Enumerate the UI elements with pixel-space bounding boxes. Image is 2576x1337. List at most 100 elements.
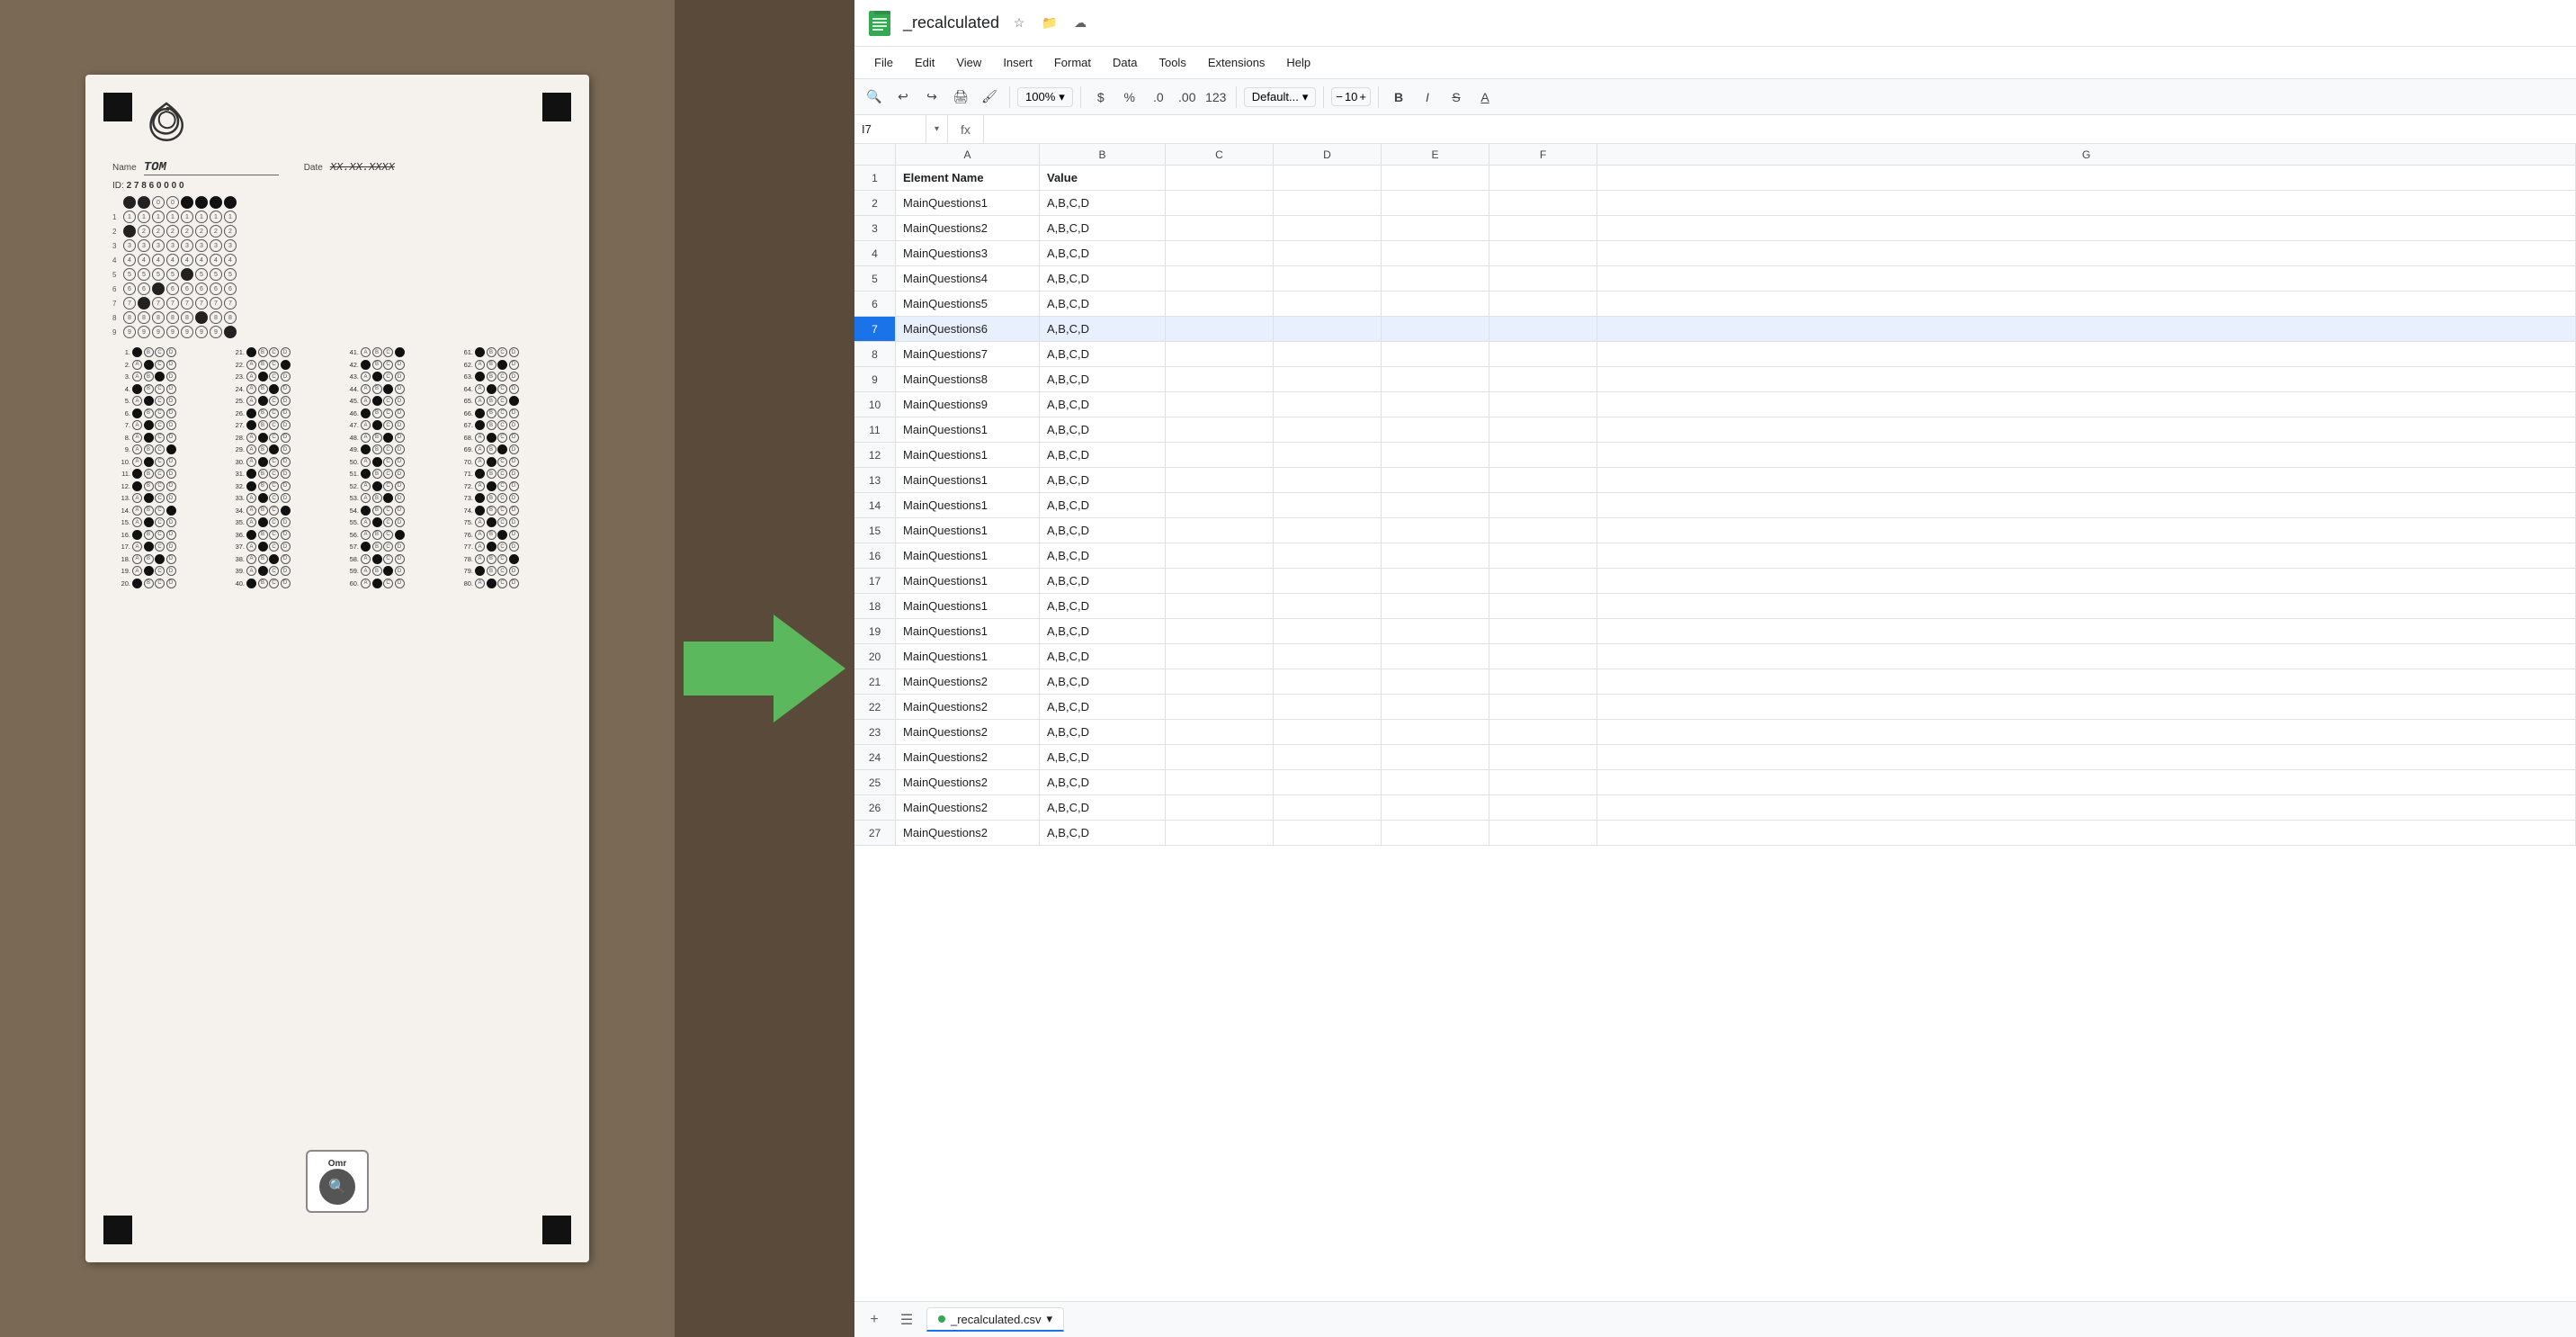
cell-e18[interactable] xyxy=(1382,594,1489,618)
table-row[interactable]: 23 MainQuestions2 A,B,C,D xyxy=(854,720,2576,745)
cell-a17[interactable]: MainQuestions1 xyxy=(896,569,1040,593)
cell-d20[interactable] xyxy=(1274,644,1382,668)
cell-f1[interactable] xyxy=(1489,166,1597,190)
cell-b6[interactable]: A,B,C,D xyxy=(1040,292,1166,316)
cell-c19[interactable] xyxy=(1166,619,1274,643)
cell-f12[interactable] xyxy=(1489,443,1597,467)
cell-a3[interactable]: MainQuestions2 xyxy=(896,216,1040,240)
cell-b17[interactable]: A,B,C,D xyxy=(1040,569,1166,593)
cell-g5[interactable] xyxy=(1597,266,2576,291)
menu-format[interactable]: Format xyxy=(1045,52,1100,73)
cell-g26[interactable] xyxy=(1597,795,2576,820)
cell-g4[interactable] xyxy=(1597,241,2576,265)
cell-a22[interactable]: MainQuestions2 xyxy=(896,695,1040,719)
cell-g9[interactable] xyxy=(1597,367,2576,391)
table-row[interactable]: 19 MainQuestions1 A,B,C,D xyxy=(854,619,2576,644)
cell-d13[interactable] xyxy=(1274,468,1382,492)
search-toolbar-btn[interactable]: 🔍 xyxy=(862,85,887,110)
menu-view[interactable]: View xyxy=(947,52,990,73)
cell-c15[interactable] xyxy=(1166,518,1274,543)
cell-c20[interactable] xyxy=(1166,644,1274,668)
cell-b5[interactable]: A,B,C,D xyxy=(1040,266,1166,291)
folder-icon[interactable]: 📁 xyxy=(1039,13,1060,34)
cell-f20[interactable] xyxy=(1489,644,1597,668)
cell-e13[interactable] xyxy=(1382,468,1489,492)
cell-g12[interactable] xyxy=(1597,443,2576,467)
cell-c18[interactable] xyxy=(1166,594,1274,618)
cell-f8[interactable] xyxy=(1489,342,1597,366)
cell-a27[interactable]: MainQuestions2 xyxy=(896,821,1040,845)
star-icon[interactable]: ☆ xyxy=(1008,13,1030,34)
cell-b10[interactable]: A,B,C,D xyxy=(1040,392,1166,417)
cell-e26[interactable] xyxy=(1382,795,1489,820)
font-size-control[interactable]: − 10 + xyxy=(1331,87,1371,106)
cell-f9[interactable] xyxy=(1489,367,1597,391)
cell-d1[interactable] xyxy=(1274,166,1382,190)
table-row[interactable]: 6 MainQuestions5 A,B,C,D xyxy=(854,292,2576,317)
cell-d6[interactable] xyxy=(1274,292,1382,316)
table-row[interactable]: 21 MainQuestions2 A,B,C,D xyxy=(854,669,2576,695)
cell-c7[interactable] xyxy=(1166,317,1274,341)
cell-c16[interactable] xyxy=(1166,543,1274,568)
cell-f5[interactable] xyxy=(1489,266,1597,291)
cell-a11[interactable]: MainQuestions1 xyxy=(896,417,1040,442)
table-row[interactable]: 24 MainQuestions2 A,B,C,D xyxy=(854,745,2576,770)
cell-d25[interactable] xyxy=(1274,770,1382,794)
cell-a25[interactable]: MainQuestions2 xyxy=(896,770,1040,794)
table-row[interactable]: 14 MainQuestions1 A,B,C,D xyxy=(854,493,2576,518)
cell-d21[interactable] xyxy=(1274,669,1382,694)
cell-c5[interactable] xyxy=(1166,266,1274,291)
cell-e1[interactable] xyxy=(1382,166,1489,190)
cell-a9[interactable]: MainQuestions8 xyxy=(896,367,1040,391)
table-row[interactable]: 7 MainQuestions6 A,B,C,D xyxy=(854,317,2576,342)
font-size-increase[interactable]: + xyxy=(1359,90,1366,103)
cell-e11[interactable] xyxy=(1382,417,1489,442)
cell-e17[interactable] xyxy=(1382,569,1489,593)
cell-e21[interactable] xyxy=(1382,669,1489,694)
zoom-selector[interactable]: 100% ▾ xyxy=(1017,87,1073,107)
table-row[interactable]: 2 MainQuestions1 A,B,C,D xyxy=(854,191,2576,216)
cell-g19[interactable] xyxy=(1597,619,2576,643)
add-sheet-btn[interactable]: + xyxy=(862,1307,887,1333)
col-header-b[interactable]: B xyxy=(1040,144,1166,165)
cell-b22[interactable]: A,B,C,D xyxy=(1040,695,1166,719)
underline-btn[interactable]: A xyxy=(1472,85,1498,110)
menu-edit[interactable]: Edit xyxy=(906,52,944,73)
cell-e9[interactable] xyxy=(1382,367,1489,391)
cell-f18[interactable] xyxy=(1489,594,1597,618)
cell-c4[interactable] xyxy=(1166,241,1274,265)
title-icons[interactable]: ☆ 📁 ☁ xyxy=(1008,13,1091,34)
cell-g3[interactable] xyxy=(1597,216,2576,240)
col-header-f[interactable]: F xyxy=(1489,144,1597,165)
cell-g2[interactable] xyxy=(1597,191,2576,215)
table-row[interactable]: 26 MainQuestions2 A,B,C,D xyxy=(854,795,2576,821)
cell-d2[interactable] xyxy=(1274,191,1382,215)
cell-f4[interactable] xyxy=(1489,241,1597,265)
table-row[interactable]: 20 MainQuestions1 A,B,C,D xyxy=(854,644,2576,669)
cell-d7[interactable] xyxy=(1274,317,1382,341)
cell-c10[interactable] xyxy=(1166,392,1274,417)
cell-b26[interactable]: A,B,C,D xyxy=(1040,795,1166,820)
cell-c22[interactable] xyxy=(1166,695,1274,719)
cell-g13[interactable] xyxy=(1597,468,2576,492)
cell-d17[interactable] xyxy=(1274,569,1382,593)
cell-b4[interactable]: A,B,C,D xyxy=(1040,241,1166,265)
cell-a15[interactable]: MainQuestions1 xyxy=(896,518,1040,543)
cell-b23[interactable]: A,B,C,D xyxy=(1040,720,1166,744)
col-header-d[interactable]: D xyxy=(1274,144,1382,165)
cell-f6[interactable] xyxy=(1489,292,1597,316)
cell-a26[interactable]: MainQuestions2 xyxy=(896,795,1040,820)
table-row[interactable]: 18 MainQuestions1 A,B,C,D xyxy=(854,594,2576,619)
cell-d22[interactable] xyxy=(1274,695,1382,719)
cell-a14[interactable]: MainQuestions1 xyxy=(896,493,1040,517)
cell-c8[interactable] xyxy=(1166,342,1274,366)
cell-f27[interactable] xyxy=(1489,821,1597,845)
cell-c26[interactable] xyxy=(1166,795,1274,820)
cell-c3[interactable] xyxy=(1166,216,1274,240)
cell-d5[interactable] xyxy=(1274,266,1382,291)
cell-g23[interactable] xyxy=(1597,720,2576,744)
cell-a20[interactable]: MainQuestions1 xyxy=(896,644,1040,668)
cell-a21[interactable]: MainQuestions2 xyxy=(896,669,1040,694)
cell-a19[interactable]: MainQuestions1 xyxy=(896,619,1040,643)
cloud-icon[interactable]: ☁ xyxy=(1069,13,1091,34)
